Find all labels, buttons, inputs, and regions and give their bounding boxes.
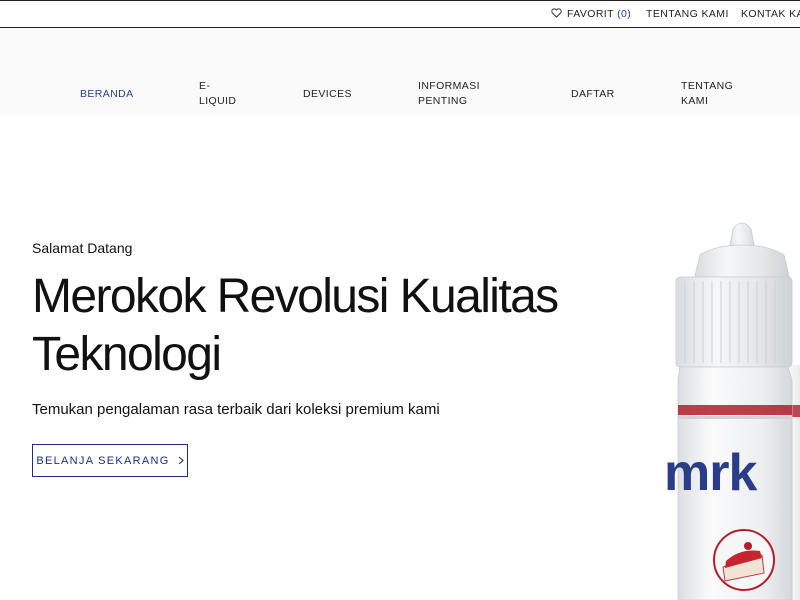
nav-item-devices[interactable]: DEVICES xyxy=(303,87,352,102)
hero-title: Merokok Revolusi Kualitas Teknologi xyxy=(32,270,559,381)
nav-item-important-info[interactable]: INFORMASI PENTING xyxy=(418,79,488,109)
contact-us-link[interactable]: KONTAK KAMI xyxy=(741,8,800,20)
favorites-label: FAVORIT xyxy=(567,8,614,20)
nav-item-register[interactable]: DAFTAR xyxy=(571,87,615,102)
hero-subtitle: Temukan pengalaman rasa terbaik dari kol… xyxy=(32,401,440,418)
chevron-right-icon xyxy=(178,456,184,465)
nav-item-home[interactable]: BERANDA xyxy=(80,87,134,102)
heart-outline-icon xyxy=(551,8,562,18)
nav-item-e-liquid[interactable]: E-LIQUID xyxy=(199,79,239,109)
about-us-link[interactable]: TENTANG KAMI xyxy=(646,8,729,20)
favorites-link[interactable]: FAVORIT (0) xyxy=(551,8,631,20)
shop-now-button[interactable]: BELANJA SEKARANG xyxy=(32,444,188,477)
svg-text:mrk: mrk xyxy=(664,444,757,502)
main-navigation: BERANDA E-LIQUID DEVICES INFORMASI PENTI… xyxy=(0,28,800,116)
top-utility-bar: FAVORIT (0) TENTANG KAMI KONTAK KAMI xyxy=(0,0,800,28)
shop-now-label: BELANJA SEKARANG xyxy=(36,454,170,467)
product-bottle-image: mrk xyxy=(664,222,800,600)
favorites-count: (0) xyxy=(617,8,632,20)
nav-item-about[interactable]: TENTANG KAMI xyxy=(681,79,741,109)
hero-kicker: Salamat Datang xyxy=(32,240,133,256)
